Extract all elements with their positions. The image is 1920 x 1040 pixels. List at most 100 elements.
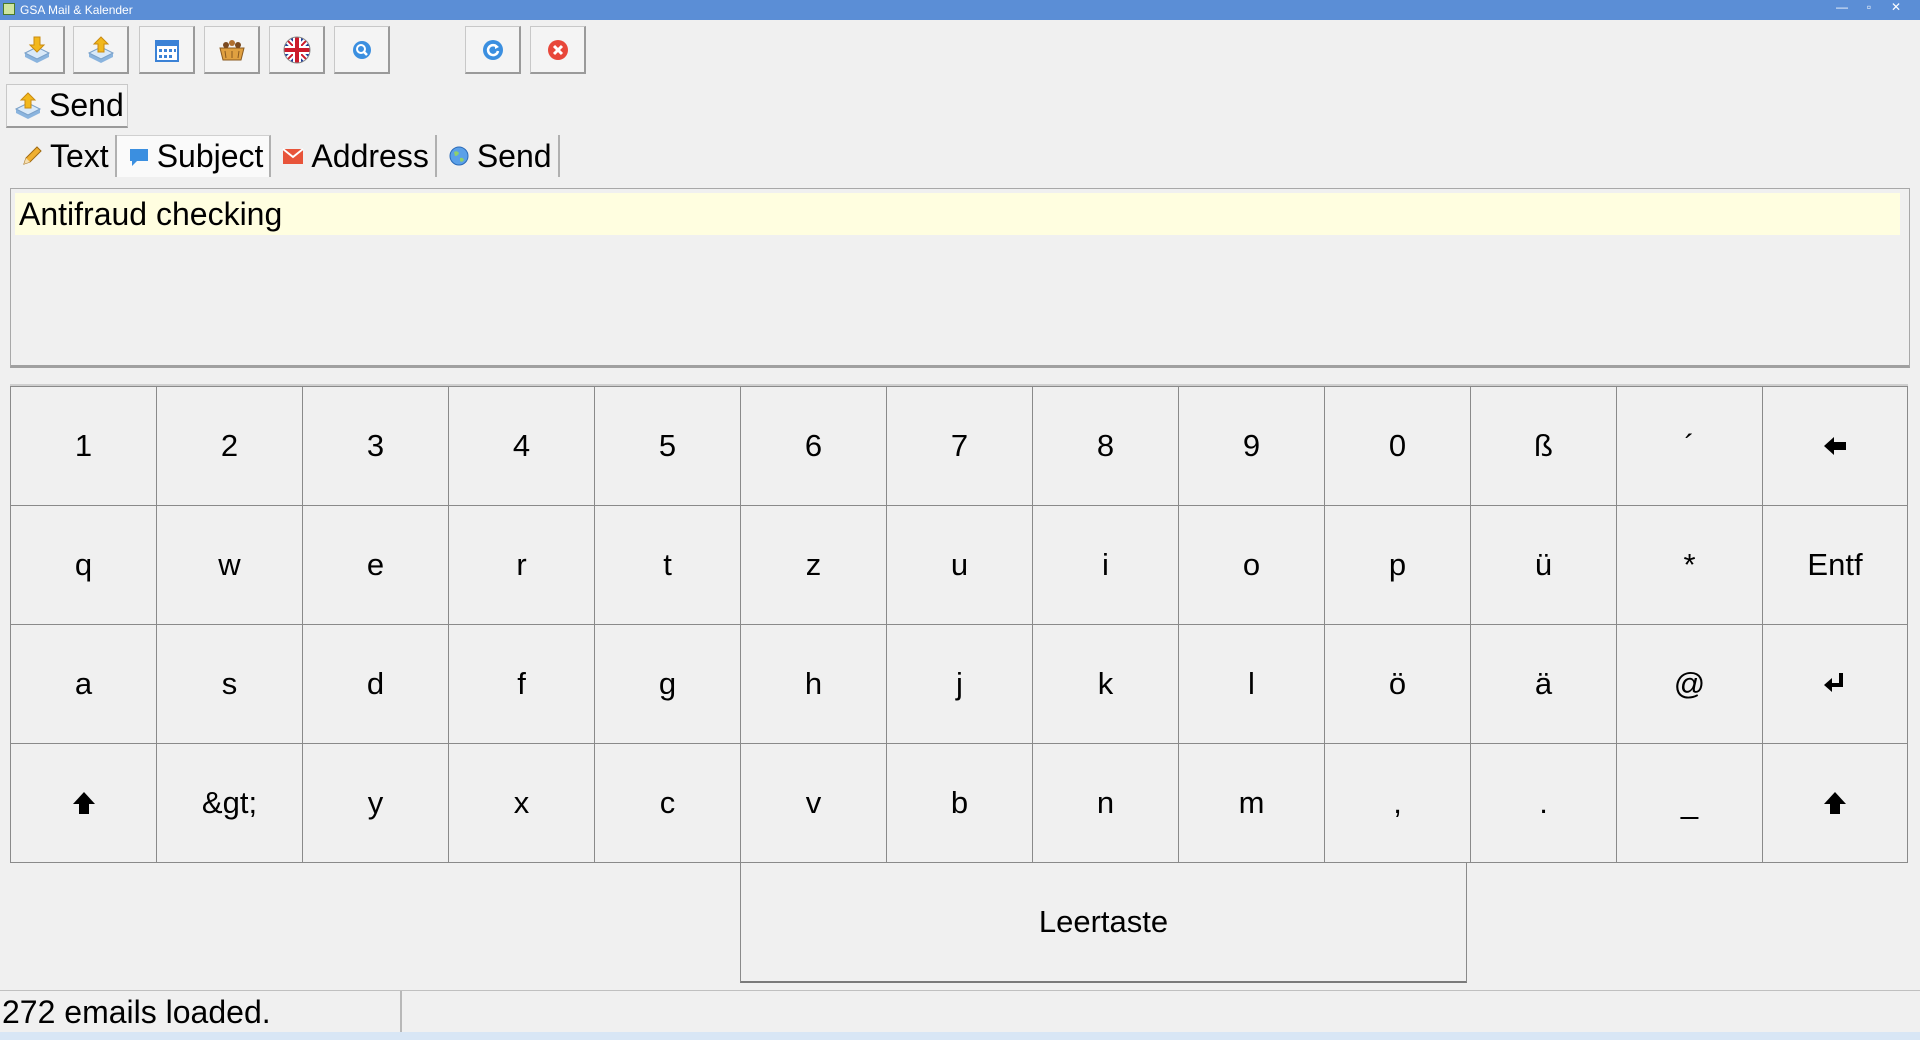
taskbar-strip	[0, 1032, 1920, 1040]
key[interactable]: e	[302, 505, 449, 625]
app-icon	[3, 3, 15, 15]
key[interactable]: 9	[1178, 386, 1325, 506]
status-message: 272 emails loaded.	[0, 991, 402, 1033]
key[interactable]: t	[594, 505, 741, 625]
language-button[interactable]	[269, 26, 325, 74]
tab-address[interactable]: Address	[271, 135, 437, 177]
basket-icon	[218, 39, 245, 60]
receive-button[interactable]	[9, 26, 65, 74]
shift-arrow-icon	[72, 792, 95, 814]
compose-tabs: Text Subject Address Send	[10, 135, 560, 177]
key[interactable]: d	[302, 624, 449, 744]
key[interactable]: n	[1032, 743, 1179, 863]
key[interactable]: 7	[886, 386, 1033, 506]
close-app-button[interactable]	[530, 26, 586, 74]
key[interactable]: w	[156, 505, 303, 625]
key[interactable]: q	[10, 505, 157, 625]
key[interactable]: ,	[1324, 743, 1471, 863]
inbox-download-icon	[23, 36, 50, 63]
key[interactable]: .	[1470, 743, 1617, 863]
key[interactable]: 5	[594, 386, 741, 506]
key[interactable]: k	[1032, 624, 1179, 744]
key[interactable]: p	[1324, 505, 1471, 625]
key[interactable]: ö	[1324, 624, 1471, 744]
key[interactable]: a	[10, 624, 157, 744]
tab-subject[interactable]: Subject	[116, 135, 272, 177]
refresh-button[interactable]	[465, 26, 521, 74]
key[interactable]: ä	[1470, 624, 1617, 744]
envelope-icon	[282, 148, 305, 164]
key[interactable]: s	[156, 624, 303, 744]
key-shift[interactable]	[1762, 743, 1908, 863]
key[interactable]: v	[740, 743, 887, 863]
window-close-button[interactable]: ✕	[1884, 1, 1908, 15]
key[interactable]: l	[1178, 624, 1325, 744]
maximize-button[interactable]: ▫	[1857, 1, 1881, 15]
refresh-icon	[482, 39, 503, 60]
key[interactable]: r	[448, 505, 595, 625]
status-bar: 272 emails loaded.	[0, 990, 1920, 1033]
addressbook-button[interactable]	[204, 26, 260, 74]
send-button[interactable]: Send	[6, 84, 128, 128]
speech-bubble-icon	[129, 148, 148, 166]
close-icon	[547, 39, 568, 60]
key[interactable]: ß	[1470, 386, 1617, 506]
key[interactable]: _	[1616, 743, 1763, 863]
key[interactable]: ü	[1470, 505, 1617, 625]
key-backspace[interactable]	[1762, 386, 1908, 506]
outbox-upload-icon	[14, 91, 42, 119]
key[interactable]: o	[1178, 505, 1325, 625]
key[interactable]: 4	[448, 386, 595, 506]
calendar-button[interactable]	[139, 26, 195, 74]
minimize-button[interactable]: —	[1830, 1, 1854, 15]
key[interactable]: ´	[1616, 386, 1763, 506]
subject-panel	[10, 188, 1910, 368]
key[interactable]: z	[740, 505, 887, 625]
tab-label: Text	[50, 137, 109, 174]
pencil-icon	[23, 146, 42, 165]
key[interactable]: 1	[10, 386, 157, 506]
tab-label: Subject	[156, 138, 264, 174]
key-enter[interactable]	[1762, 624, 1908, 744]
key[interactable]: j	[886, 624, 1033, 744]
subject-input[interactable]	[15, 193, 1900, 235]
search-icon	[352, 40, 371, 59]
key[interactable]: g	[594, 624, 741, 744]
title-bar: GSA Mail & Kalender — ▫ ✕	[0, 0, 1920, 20]
key[interactable]: f	[448, 624, 595, 744]
send-button-label: Send	[49, 87, 124, 123]
key[interactable]: 2	[156, 386, 303, 506]
key[interactable]: 3	[302, 386, 449, 506]
shift-arrow-icon	[1824, 792, 1846, 814]
tab-label: Send	[476, 137, 552, 174]
window-title: GSA Mail & Kalender	[20, 3, 133, 17]
outbox-upload-icon	[87, 35, 114, 63]
backspace-arrow-icon	[1824, 437, 1846, 455]
key[interactable]: y	[302, 743, 449, 863]
key[interactable]: *	[1616, 505, 1763, 625]
key[interactable]: m	[1178, 743, 1325, 863]
key-shift[interactable]	[10, 743, 157, 863]
key[interactable]: i	[1032, 505, 1179, 625]
key[interactable]: u	[886, 505, 1033, 625]
calendar-icon	[154, 39, 179, 62]
uk-flag-icon	[283, 36, 310, 63]
key[interactable]: c	[594, 743, 741, 863]
key[interactable]: &gt;	[156, 743, 303, 863]
key[interactable]: x	[448, 743, 595, 863]
tab-label: Address	[311, 137, 429, 174]
key[interactable]: b	[886, 743, 1033, 863]
search-button[interactable]	[334, 26, 390, 74]
key[interactable]: 8	[1032, 386, 1179, 506]
key[interactable]: Entf	[1762, 505, 1908, 625]
key[interactable]: 0	[1324, 386, 1471, 506]
send-mail-button[interactable]	[73, 26, 129, 74]
key-space[interactable]: Leertaste	[740, 862, 1467, 983]
globe-icon	[449, 146, 469, 166]
tab-send[interactable]: Send	[436, 135, 560, 177]
enter-arrow-icon	[1824, 673, 1843, 692]
tab-text[interactable]: Text	[10, 135, 117, 177]
key[interactable]: h	[740, 624, 887, 744]
key[interactable]: 6	[740, 386, 887, 506]
key[interactable]: @	[1616, 624, 1763, 744]
